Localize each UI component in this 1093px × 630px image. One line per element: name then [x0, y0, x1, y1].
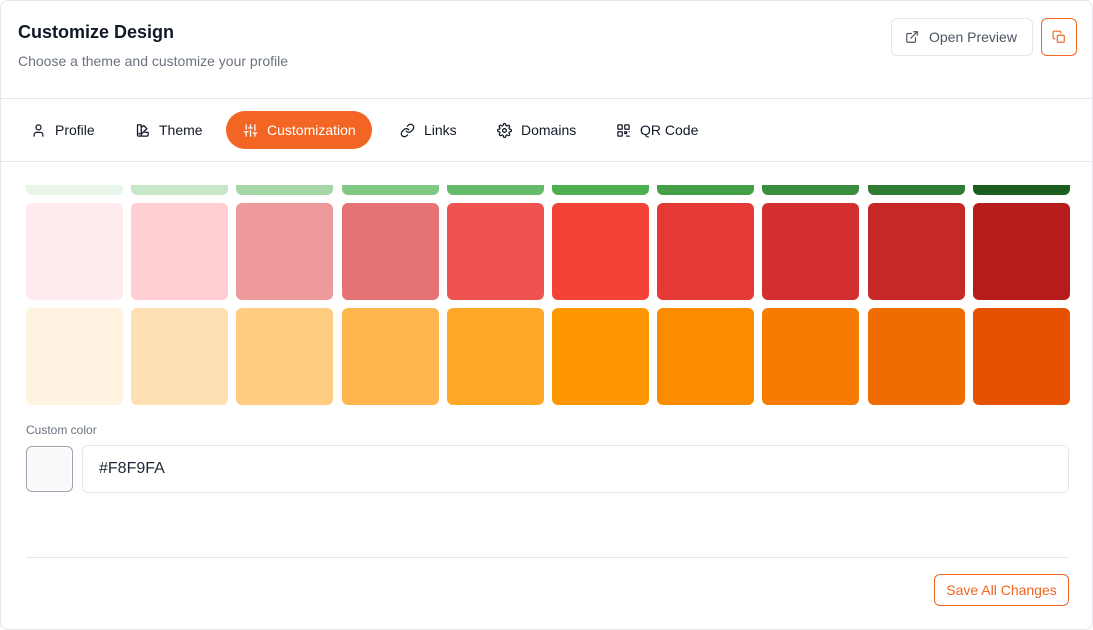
color-swatch[interactable] [26, 185, 123, 195]
tab-label: Profile [55, 122, 95, 138]
save-all-changes-button[interactable]: Save All Changes [934, 574, 1069, 606]
color-swatch[interactable] [762, 308, 859, 405]
user-icon [31, 123, 46, 138]
color-swatch[interactable] [26, 203, 123, 300]
color-swatch[interactable] [552, 308, 649, 405]
tab-profile[interactable]: Profile [31, 111, 95, 149]
link-icon [400, 123, 415, 138]
copy-icon [1052, 30, 1066, 44]
tab-label: Links [424, 122, 457, 138]
tab-customization[interactable]: Customization [226, 111, 372, 149]
color-swatch[interactable] [973, 203, 1070, 300]
color-swatch[interactable] [552, 185, 649, 195]
color-swatch[interactable] [657, 308, 754, 405]
color-swatch[interactable] [26, 308, 123, 405]
color-swatch[interactable] [762, 185, 859, 195]
tab-label: Domains [521, 122, 577, 138]
tab-qr-code[interactable]: QR Code [616, 111, 698, 149]
open-preview-label: Open Preview [929, 29, 1017, 45]
custom-color-fill [28, 448, 71, 490]
custom-color-input[interactable] [82, 445, 1069, 493]
color-swatch[interactable] [131, 203, 228, 300]
qr-code-icon [616, 123, 631, 138]
color-swatch[interactable] [236, 185, 333, 195]
color-swatch[interactable] [131, 308, 228, 405]
page-title: Customize Design [18, 22, 175, 42]
page-subtitle: Choose a theme and customize your profil… [18, 53, 289, 69]
color-swatch[interactable] [447, 203, 544, 300]
color-swatch[interactable] [552, 203, 649, 300]
color-swatch[interactable] [657, 203, 754, 300]
tab-theme[interactable]: Theme [135, 111, 203, 149]
palette-icon [135, 123, 150, 138]
color-swatch[interactable] [868, 185, 965, 195]
tab-label: QR Code [640, 122, 699, 138]
tab-links[interactable]: Links [400, 111, 457, 149]
sliders-icon [243, 123, 258, 138]
color-swatch[interactable] [868, 203, 965, 300]
gear-icon [497, 122, 512, 138]
color-swatch[interactable] [131, 185, 228, 195]
color-swatch[interactable] [973, 308, 1070, 405]
color-swatch[interactable] [447, 185, 544, 195]
color-swatch[interactable] [973, 185, 1070, 195]
color-swatch[interactable] [342, 185, 439, 195]
custom-color-swatch[interactable] [26, 446, 73, 492]
footer-divider [26, 557, 1069, 558]
color-swatch[interactable] [657, 185, 754, 195]
custom-color-label: Custom color [26, 423, 97, 437]
customize-design-card: Customize Design Choose a theme and cust… [0, 0, 1093, 630]
color-swatch[interactable] [342, 203, 439, 300]
tab-bar: Profile Theme Customization Links Domain… [1, 99, 1092, 162]
tab-label: Customization [267, 122, 356, 138]
tab-label: Theme [159, 122, 203, 138]
color-swatch[interactable] [868, 308, 965, 405]
copy-button[interactable] [1041, 18, 1077, 56]
color-swatch[interactable] [236, 203, 333, 300]
color-swatch[interactable] [236, 308, 333, 405]
external-link-icon [905, 30, 919, 44]
header: Customize Design Choose a theme and cust… [1, 1, 1092, 99]
color-swatch[interactable] [762, 203, 859, 300]
tab-domains[interactable]: Domains [497, 111, 576, 149]
color-swatch[interactable] [342, 308, 439, 405]
color-swatch[interactable] [447, 308, 544, 405]
open-preview-button[interactable]: Open Preview [891, 18, 1033, 56]
